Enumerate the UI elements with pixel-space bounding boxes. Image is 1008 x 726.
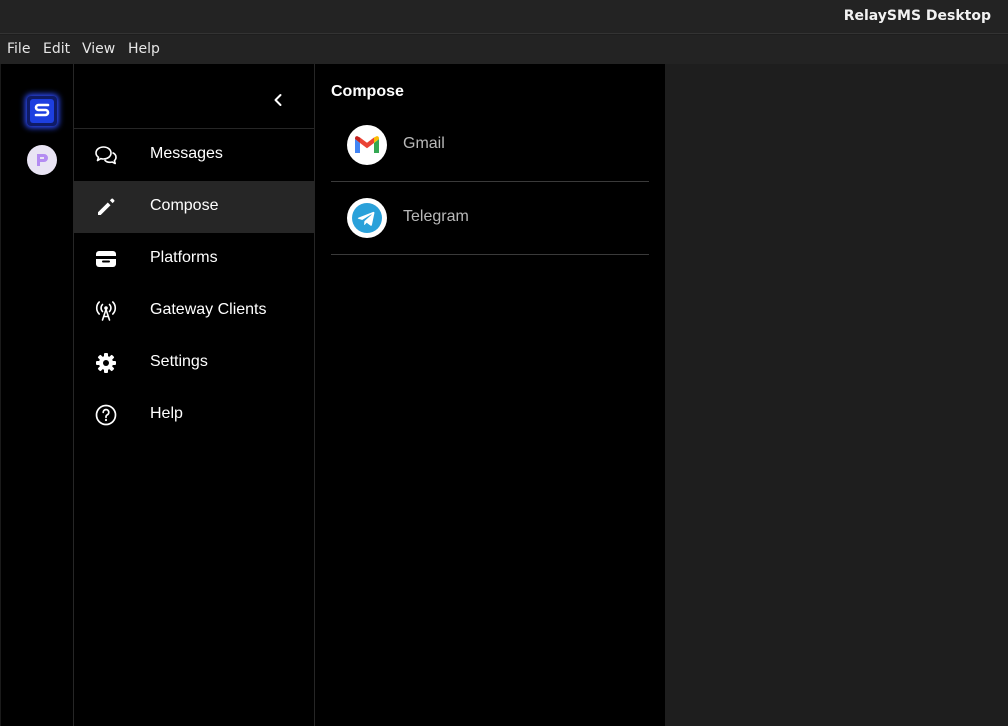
pencil-icon	[94, 195, 118, 219]
nav-label-compose: Compose	[150, 197, 219, 214]
gmail-icon	[347, 125, 387, 165]
relaysms-account-icon[interactable]	[27, 96, 57, 126]
window-title: RelaySMS Desktop	[843, 8, 991, 24]
chevron-left-icon	[274, 94, 282, 106]
collapse-drawer-button[interactable]	[270, 86, 286, 114]
nav-label-settings: Settings	[150, 353, 208, 370]
antenna-icon	[94, 299, 118, 323]
nav-item-gateway-clients[interactable]: Gateway Clients	[74, 285, 314, 337]
menu-bar: File Edit View Help	[0, 35, 1008, 64]
menu-file[interactable]: File	[7, 41, 30, 57]
nav-item-help[interactable]: Help	[74, 389, 314, 441]
secondary-account-icon[interactable]	[27, 145, 57, 175]
nav-item-settings[interactable]: Settings	[74, 337, 314, 389]
page-title: Compose	[331, 83, 404, 100]
menu-help[interactable]: Help	[128, 41, 160, 57]
chat-bubbles-icon	[94, 143, 118, 167]
telegram-icon	[347, 198, 387, 238]
menu-view[interactable]: View	[82, 41, 115, 57]
gear-icon	[94, 351, 118, 375]
wallet-icon	[94, 247, 118, 271]
nav-label-gateway-clients: Gateway Clients	[150, 301, 267, 318]
compose-panel: Compose Gmail Telegram	[315, 64, 665, 726]
nav-item-compose[interactable]: Compose	[74, 181, 314, 233]
nav-label-platforms: Platforms	[150, 249, 218, 266]
navigation-drawer: Messages Compose Platforms Gateway Clien…	[74, 64, 315, 726]
menu-edit[interactable]: Edit	[43, 41, 70, 57]
account-rail	[0, 64, 74, 726]
question-circle-icon	[94, 403, 118, 427]
nav-label-help: Help	[150, 405, 183, 422]
platform-name-gmail: Gmail	[403, 135, 445, 152]
nav-label-messages: Messages	[150, 145, 223, 162]
window-titlebar: RelaySMS Desktop	[0, 0, 1008, 34]
nav-item-platforms[interactable]: Platforms	[74, 233, 314, 285]
platform-item-telegram[interactable]: Telegram	[331, 182, 649, 255]
nav-item-messages[interactable]: Messages	[74, 129, 314, 181]
platform-name-telegram: Telegram	[403, 208, 469, 225]
app-window: Messages Compose Platforms Gateway Clien…	[0, 64, 665, 726]
platform-item-gmail[interactable]: Gmail	[331, 109, 649, 182]
